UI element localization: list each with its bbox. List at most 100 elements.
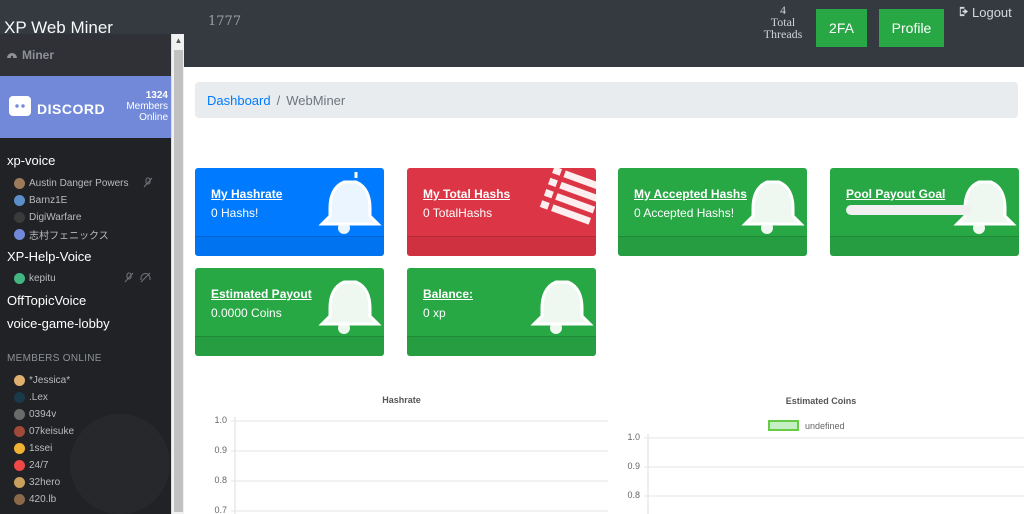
voice-channel[interactable]: xp-voice (7, 153, 55, 168)
total-threads: 4 Total Threads (760, 4, 806, 40)
payout-progress-bar (846, 205, 971, 215)
avatar (14, 272, 25, 284)
online-member[interactable]: 1ssei (14, 441, 52, 455)
online-member[interactable]: 24/7 (14, 458, 48, 472)
hashrate-chart: Hashrate 1.0 0.9 0.8 0.7 (205, 390, 608, 514)
sidebar-scrollbar[interactable]: ▲ (171, 34, 184, 514)
headphones-muted-icon (140, 272, 151, 286)
card-title[interactable]: My Hashrate (211, 187, 282, 201)
discord-banner[interactable]: DISCORD 1324 Members Online (0, 76, 171, 138)
card-accepted-hashs: My Accepted Hashs 0 Accepted Hashs! (618, 168, 807, 256)
avatar (14, 442, 25, 454)
bell-icon (318, 172, 382, 234)
estimated-coins-chart-grid (644, 434, 1024, 514)
bell-icon (530, 280, 594, 334)
card-balance: Balance: 0 xp (407, 268, 596, 356)
channel-member[interactable]: kepitu (14, 271, 56, 285)
card-title[interactable]: My Accepted Hashs (634, 187, 747, 201)
discord-widget: Miner DISCORD 1324 Members Online xp-voi… (0, 34, 171, 514)
card-footer (407, 336, 596, 356)
bell-icon (953, 180, 1017, 234)
online-member[interactable]: 420.lb (14, 492, 56, 506)
online-member[interactable]: 32hero (14, 475, 60, 489)
scroll-up-arrow-icon[interactable]: ▲ (172, 34, 185, 47)
avatar (14, 493, 25, 505)
avatar (14, 425, 25, 437)
threads-label: Total Threads (763, 15, 803, 41)
online-member[interactable]: 07keisuke (14, 424, 74, 438)
card-value: 0 Hashs! (211, 206, 259, 220)
card-value: 0 TotalHashs (423, 206, 493, 220)
logout-icon (958, 5, 969, 20)
channel-member[interactable]: Austin Danger Powers (14, 176, 129, 190)
members-online-title: MEMBERS ONLINE (7, 353, 102, 364)
avatar (14, 194, 25, 206)
card-title[interactable]: Balance: (423, 287, 473, 301)
avatar (14, 374, 25, 386)
avatar (14, 228, 25, 240)
y-tick-label: 0.8 (627, 490, 640, 500)
bell-icon (318, 280, 382, 334)
discord-icon (8, 95, 32, 122)
card-footer (407, 236, 596, 256)
y-tick-label: 0.9 (627, 461, 640, 471)
hashrate-chart-grid (231, 417, 608, 514)
card-footer (618, 236, 807, 256)
card-hashrate: My Hashrate 0 Hashs! (195, 168, 384, 256)
logout-link[interactable]: Logout (958, 5, 1012, 20)
member-status (124, 272, 151, 286)
members-online-count: 1324 Members Online (126, 90, 168, 123)
widget-header-label: Miner (22, 48, 55, 62)
scroll-thumb[interactable] (174, 50, 183, 512)
avatar (14, 211, 25, 223)
avatar (14, 177, 25, 189)
voice-channel[interactable]: voice-game-lobby (7, 316, 110, 331)
card-title[interactable]: My Total Hashs (423, 187, 510, 201)
estimated-coins-chart: Estimated Coins undefined 1.0 0.9 0.8 (618, 390, 1024, 514)
card-value: 0.0000 Coins (211, 306, 282, 320)
breadcrumb: Dashboard / WebMiner (195, 82, 1018, 118)
card-title[interactable]: Pool Payout Goal (846, 187, 945, 201)
channel-member[interactable]: Barnz1E (14, 193, 67, 207)
logout-label: Logout (972, 5, 1012, 20)
voice-channel[interactable]: XP-Help-Voice (7, 249, 92, 264)
online-label-2: Online (139, 112, 168, 123)
voice-channel[interactable]: OffTopicVoice (7, 293, 86, 308)
card-estimated-payout: Estimated Payout 0.0000 Coins (195, 268, 384, 356)
bell-icon (741, 180, 805, 234)
list-icon (539, 168, 596, 225)
payout-progress-fill (846, 205, 971, 215)
card-footer (195, 336, 384, 356)
y-tick-label: 1.0 (627, 432, 640, 442)
avatar (14, 459, 25, 471)
card-footer (195, 236, 384, 256)
breadcrumb-current: WebMiner (286, 92, 346, 108)
breadcrumb-separator: / (276, 92, 281, 108)
y-tick-label: 0.8 (214, 475, 227, 485)
breadcrumb-dashboard-link[interactable]: Dashboard (207, 93, 271, 108)
online-member[interactable]: 0394v (14, 407, 56, 421)
card-title[interactable]: Estimated Payout (211, 287, 312, 301)
dashboard-icon (6, 48, 18, 62)
discord-logo-text: DISCORD (37, 100, 106, 117)
mic-muted-icon (143, 177, 153, 191)
profile-button[interactable]: Profile (879, 9, 944, 47)
avatar (14, 408, 25, 420)
card-total-hashs: My Total Hashs 0 TotalHashs (407, 168, 596, 256)
avatar (14, 476, 25, 488)
member-status (143, 177, 153, 191)
channel-member[interactable]: DigiWarfare (14, 210, 81, 224)
top-counter: 1777 (208, 14, 242, 29)
y-tick-label: 0.7 (214, 505, 227, 514)
discord-logo: DISCORD (8, 95, 105, 122)
card-pool-payout-goal: Pool Payout Goal (830, 168, 1019, 256)
online-member[interactable]: .Lex (14, 390, 48, 404)
y-tick-label: 1.0 (214, 415, 227, 425)
online-count: 1324 (145, 90, 168, 101)
twofa-button[interactable]: 2FA (816, 9, 867, 47)
online-member[interactable]: *Jessica* (14, 373, 70, 387)
discord-watermark (70, 414, 170, 514)
card-value: 0 xp (423, 306, 446, 320)
widget-header: Miner (0, 34, 171, 76)
channel-member[interactable]: 志村フェニックス (14, 227, 109, 242)
